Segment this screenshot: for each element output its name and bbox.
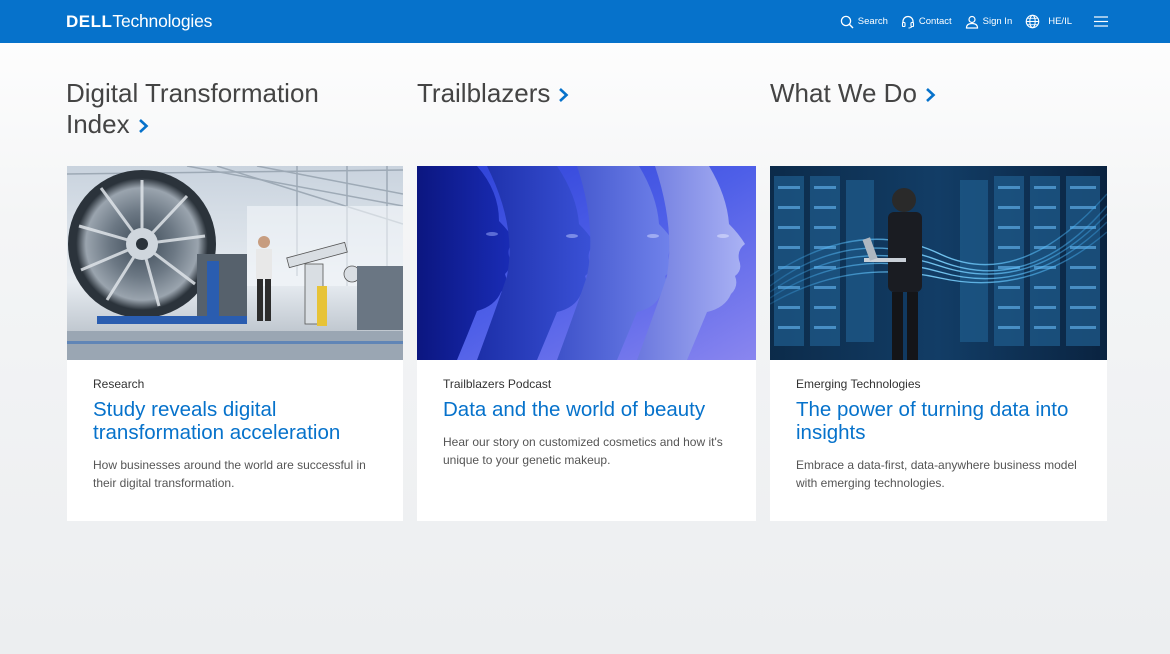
heading-what-we-do-text: What We Do <box>770 78 917 108</box>
card-category: Research <box>93 377 145 391</box>
search-label: Search <box>857 16 888 27</box>
contact-button[interactable]: Contact <box>901 15 952 29</box>
card-category: Trailblazers Podcast <box>443 377 552 391</box>
card-description: How businesses around the world are succ… <box>93 458 366 490</box>
heading-what-we-do[interactable]: What We Do <box>770 78 1100 110</box>
search-icon <box>840 15 854 28</box>
dell-technologies-logo[interactable]: DELL Technologies <box>66 11 212 32</box>
card-description: Embrace a data-first, data-anywhere busi… <box>796 458 1077 490</box>
card-title-link[interactable]: The power of turning data into insights <box>796 398 1081 444</box>
chevron-right-icon <box>925 79 936 110</box>
heading-trailblazers[interactable]: Trailblazers <box>417 78 747 110</box>
chevron-right-icon <box>138 110 149 141</box>
region-selector[interactable]: HE/IL <box>1025 14 1072 29</box>
card-title-link[interactable]: Study reveals digital transformation acc… <box>93 398 377 444</box>
user-icon <box>965 15 978 29</box>
search-button[interactable]: Search <box>840 15 888 29</box>
sign-in-label: Sign In <box>982 16 1013 27</box>
contact-label: Contact <box>918 16 952 27</box>
faces-profile-image <box>417 166 756 360</box>
jet-engine-factory-image <box>67 166 403 360</box>
sign-in-button[interactable]: Sign In <box>965 15 1013 29</box>
menu-icon <box>1094 16 1108 27</box>
heading-trailblazers-text: Trailblazers <box>417 78 551 108</box>
card-trailblazers-podcast[interactable]: Trailblazers Podcast Data and the world … <box>417 166 756 521</box>
headset-icon <box>901 15 914 28</box>
card-description: Hear our story on customized cosmetics a… <box>443 435 723 467</box>
card-emerging-technologies[interactable]: Emerging Technologies The power of turni… <box>770 166 1107 521</box>
heading-line1: Digital Transformation <box>66 78 319 108</box>
heading-digital-transformation-index[interactable]: Digital Transformation Index <box>66 78 396 141</box>
card-category: Emerging Technologies <box>796 377 921 391</box>
heading-line2: Index <box>66 109 130 139</box>
card-research[interactable]: Research Study reveals digital transform… <box>67 166 403 521</box>
region-label: HE/IL <box>1048 16 1072 27</box>
datacenter-laptop-image <box>770 166 1107 360</box>
card-title-link[interactable]: Data and the world of beauty <box>443 398 730 421</box>
header-nav: Search Contact Sign In HE/IL <box>827 0 1108 43</box>
hamburger-menu-button[interactable] <box>1094 16 1108 27</box>
globe-icon <box>1025 14 1040 29</box>
chevron-right-icon <box>558 79 569 110</box>
top-header: DELL Technologies Search Contact Sign In… <box>0 0 1170 43</box>
logo-dell-text: DELL <box>66 12 113 31</box>
logo-technologies-text: Technologies <box>112 11 213 31</box>
